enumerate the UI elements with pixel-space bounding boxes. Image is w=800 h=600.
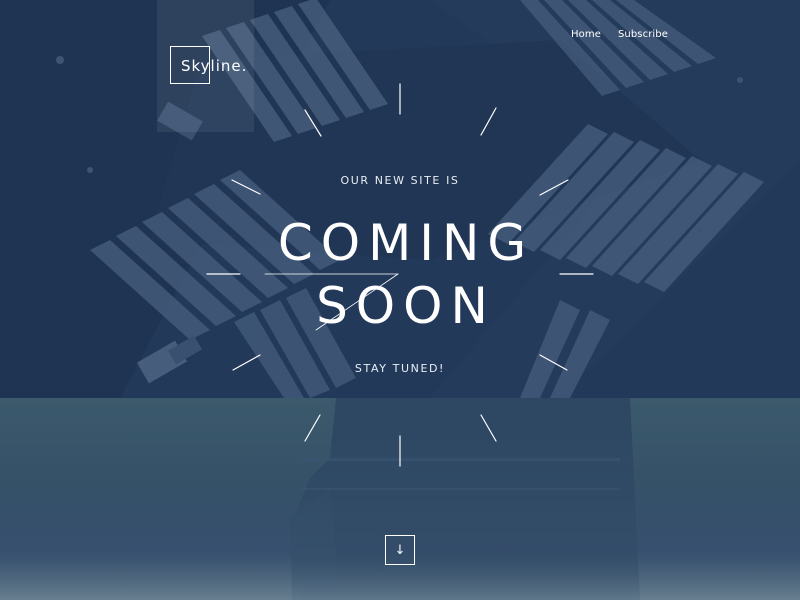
nav-home-link[interactable]: Home (571, 29, 601, 40)
crosswalk-photo (0, 0, 800, 398)
hero-headline-line2: SOON (316, 277, 496, 335)
hero-headline-line1: COMING (277, 214, 535, 272)
hero-tagline: STAY TUNED! (354, 362, 446, 375)
site-logo[interactable]: Skyline. (170, 46, 247, 86)
hero-background-top (0, 0, 800, 398)
hero-background-bottom (0, 398, 800, 600)
brand-name: Skyline. (181, 57, 248, 75)
coming-soon-page: Skyline. Home Subscribe OUR NEW SITE IS … (0, 0, 800, 600)
arrow-down-icon: ↓ (394, 542, 406, 558)
building-photo (0, 398, 800, 600)
scroll-down-button[interactable]: ↓ (385, 535, 415, 565)
hero-eyebrow: OUR NEW SITE IS (340, 174, 460, 187)
main-nav: Home Subscribe (571, 29, 668, 40)
nav-subscribe-link[interactable]: Subscribe (618, 29, 668, 40)
